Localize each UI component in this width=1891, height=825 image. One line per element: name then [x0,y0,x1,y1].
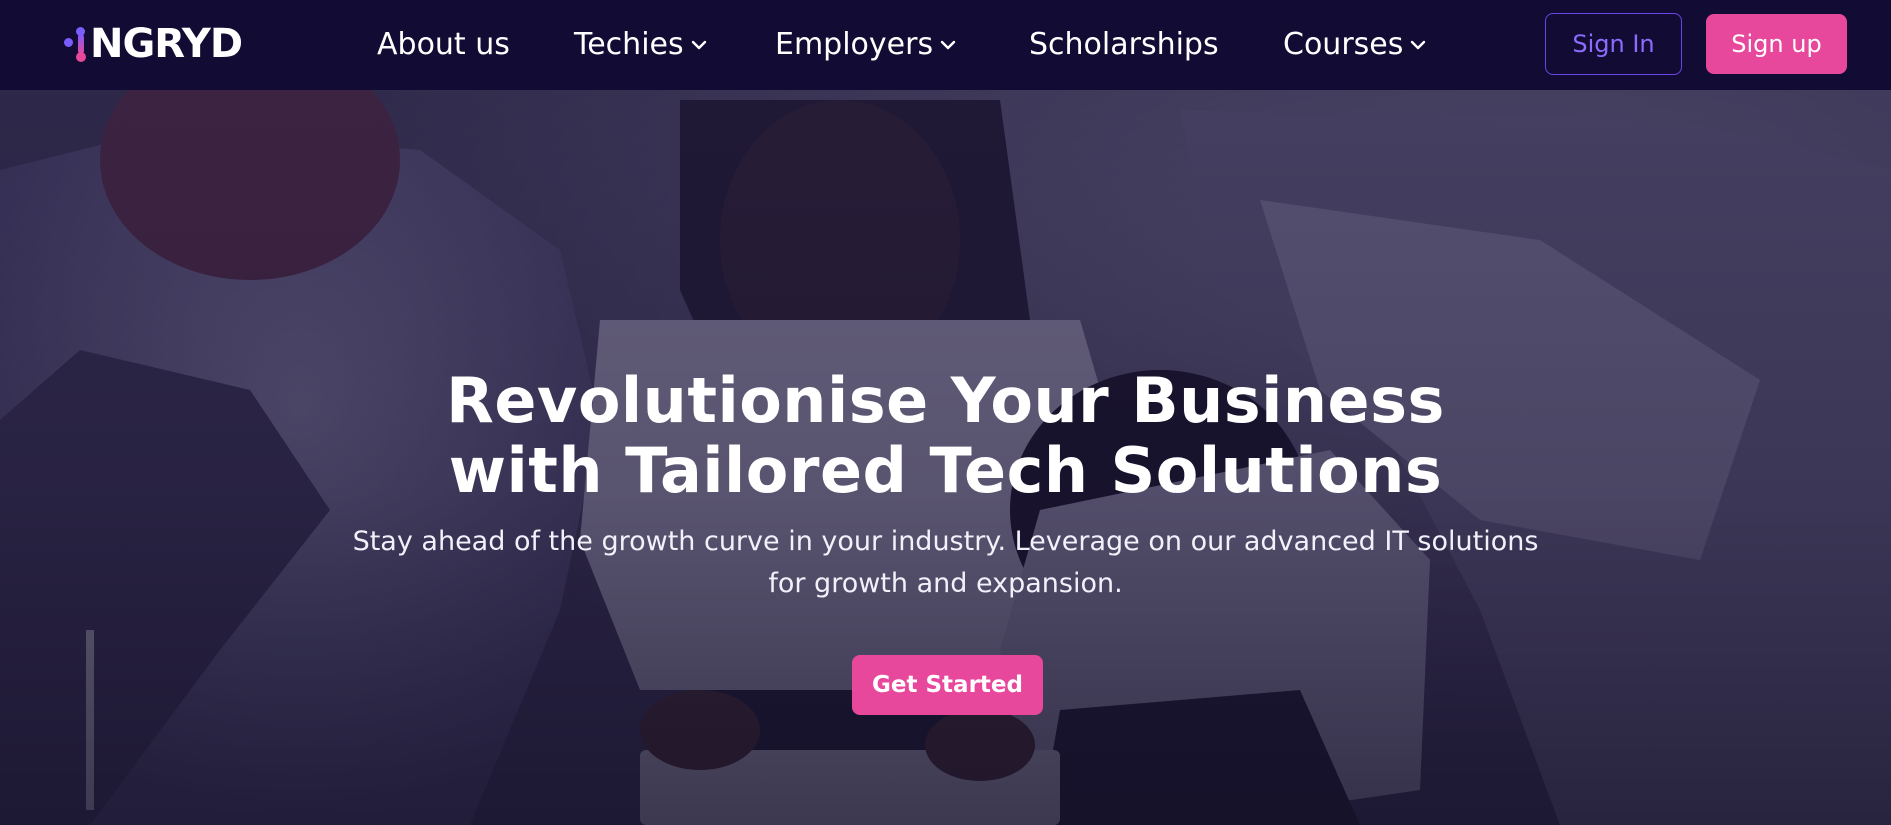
nav-item-label: Scholarships [1029,26,1219,62]
chevron-down-icon [691,40,706,50]
get-started-button[interactable]: Get Started [852,655,1043,715]
nav-item-label: Courses [1283,26,1404,62]
nav-item-label: Techies [574,26,684,62]
logo-mark-icon [62,22,90,66]
hero-title: Revolutionise Your Business with Tailore… [0,366,1891,506]
hero-title-line1: Revolutionise Your Business [446,364,1445,437]
sign-up-button[interactable]: Sign up [1706,14,1847,74]
nav-item-scholarships[interactable]: Scholarships [1029,24,1219,64]
nav-item-employers[interactable]: Employers [775,24,957,64]
sign-in-button[interactable]: Sign In [1545,13,1682,75]
hero-section: Revolutionise Your Business with Tailore… [0,90,1891,825]
nav-item-about-us[interactable]: About us [377,24,510,64]
nav-item-techies[interactable]: Techies [574,24,708,64]
nav-item-courses[interactable]: Courses [1283,24,1427,64]
nav-item-label: About us [377,26,510,62]
nav-item-label: Employers [775,26,934,62]
chevron-down-icon [1411,40,1426,50]
hero-title-line2: with Tailored Tech Solutions [448,434,1443,507]
ngryd-logo[interactable]: NGRYD [62,21,243,67]
chevron-down-icon [940,40,956,50]
hero-subtitle: Stay ahead of the growth curve in your i… [352,526,1539,599]
top-navbar: NGRYD About us Techies Employers Scholar… [0,0,1891,90]
logo-text: NGRYD [90,21,243,67]
